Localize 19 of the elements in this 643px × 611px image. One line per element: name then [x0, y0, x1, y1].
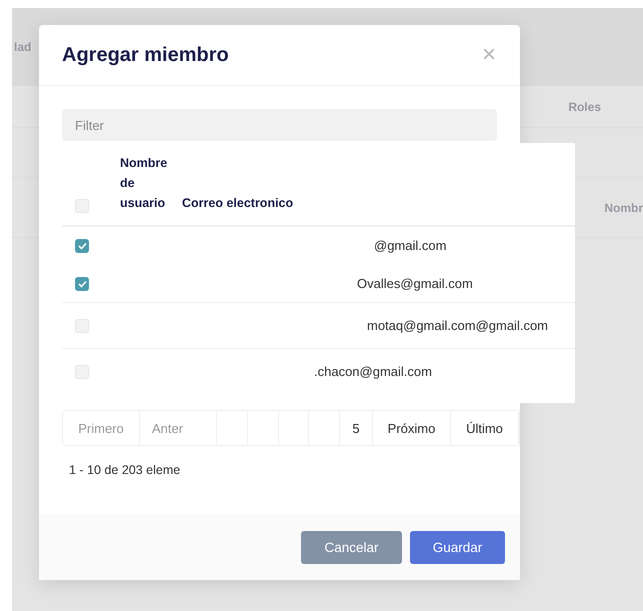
save-button[interactable]: Guardar — [410, 530, 505, 564]
pagination-summary: 1 - 10 de 203 eleme — [69, 463, 182, 477]
breadcrumb-text: lad — [14, 40, 32, 54]
column-header: Correo electronico — [182, 195, 294, 212]
cancel-button[interactable]: Cancelar — [301, 530, 402, 564]
check-icon — [78, 242, 86, 250]
select-all-checkbox[interactable] — [75, 199, 89, 213]
column-header: Roles — [568, 100, 601, 114]
column-header: Nombre de usuario — [120, 155, 168, 212]
check-icon — [78, 280, 86, 288]
filter-field[interactable]: Filter — [62, 109, 497, 141]
row-checkbox[interactable] — [75, 276, 89, 290]
email-cell-text: motaq@gmail.com@gmail.com — [366, 318, 548, 333]
email-cell-text: .chacon@gmail.com — [313, 364, 432, 379]
email-cell-text: @gmail.com — [373, 238, 446, 253]
dialog-title: Agregar miembro — [62, 44, 229, 66]
row-checkbox[interactable] — [75, 238, 89, 252]
email-cell-text: Ovalles@gmail.com — [356, 276, 473, 291]
column-header: Nombr — [604, 200, 643, 214]
